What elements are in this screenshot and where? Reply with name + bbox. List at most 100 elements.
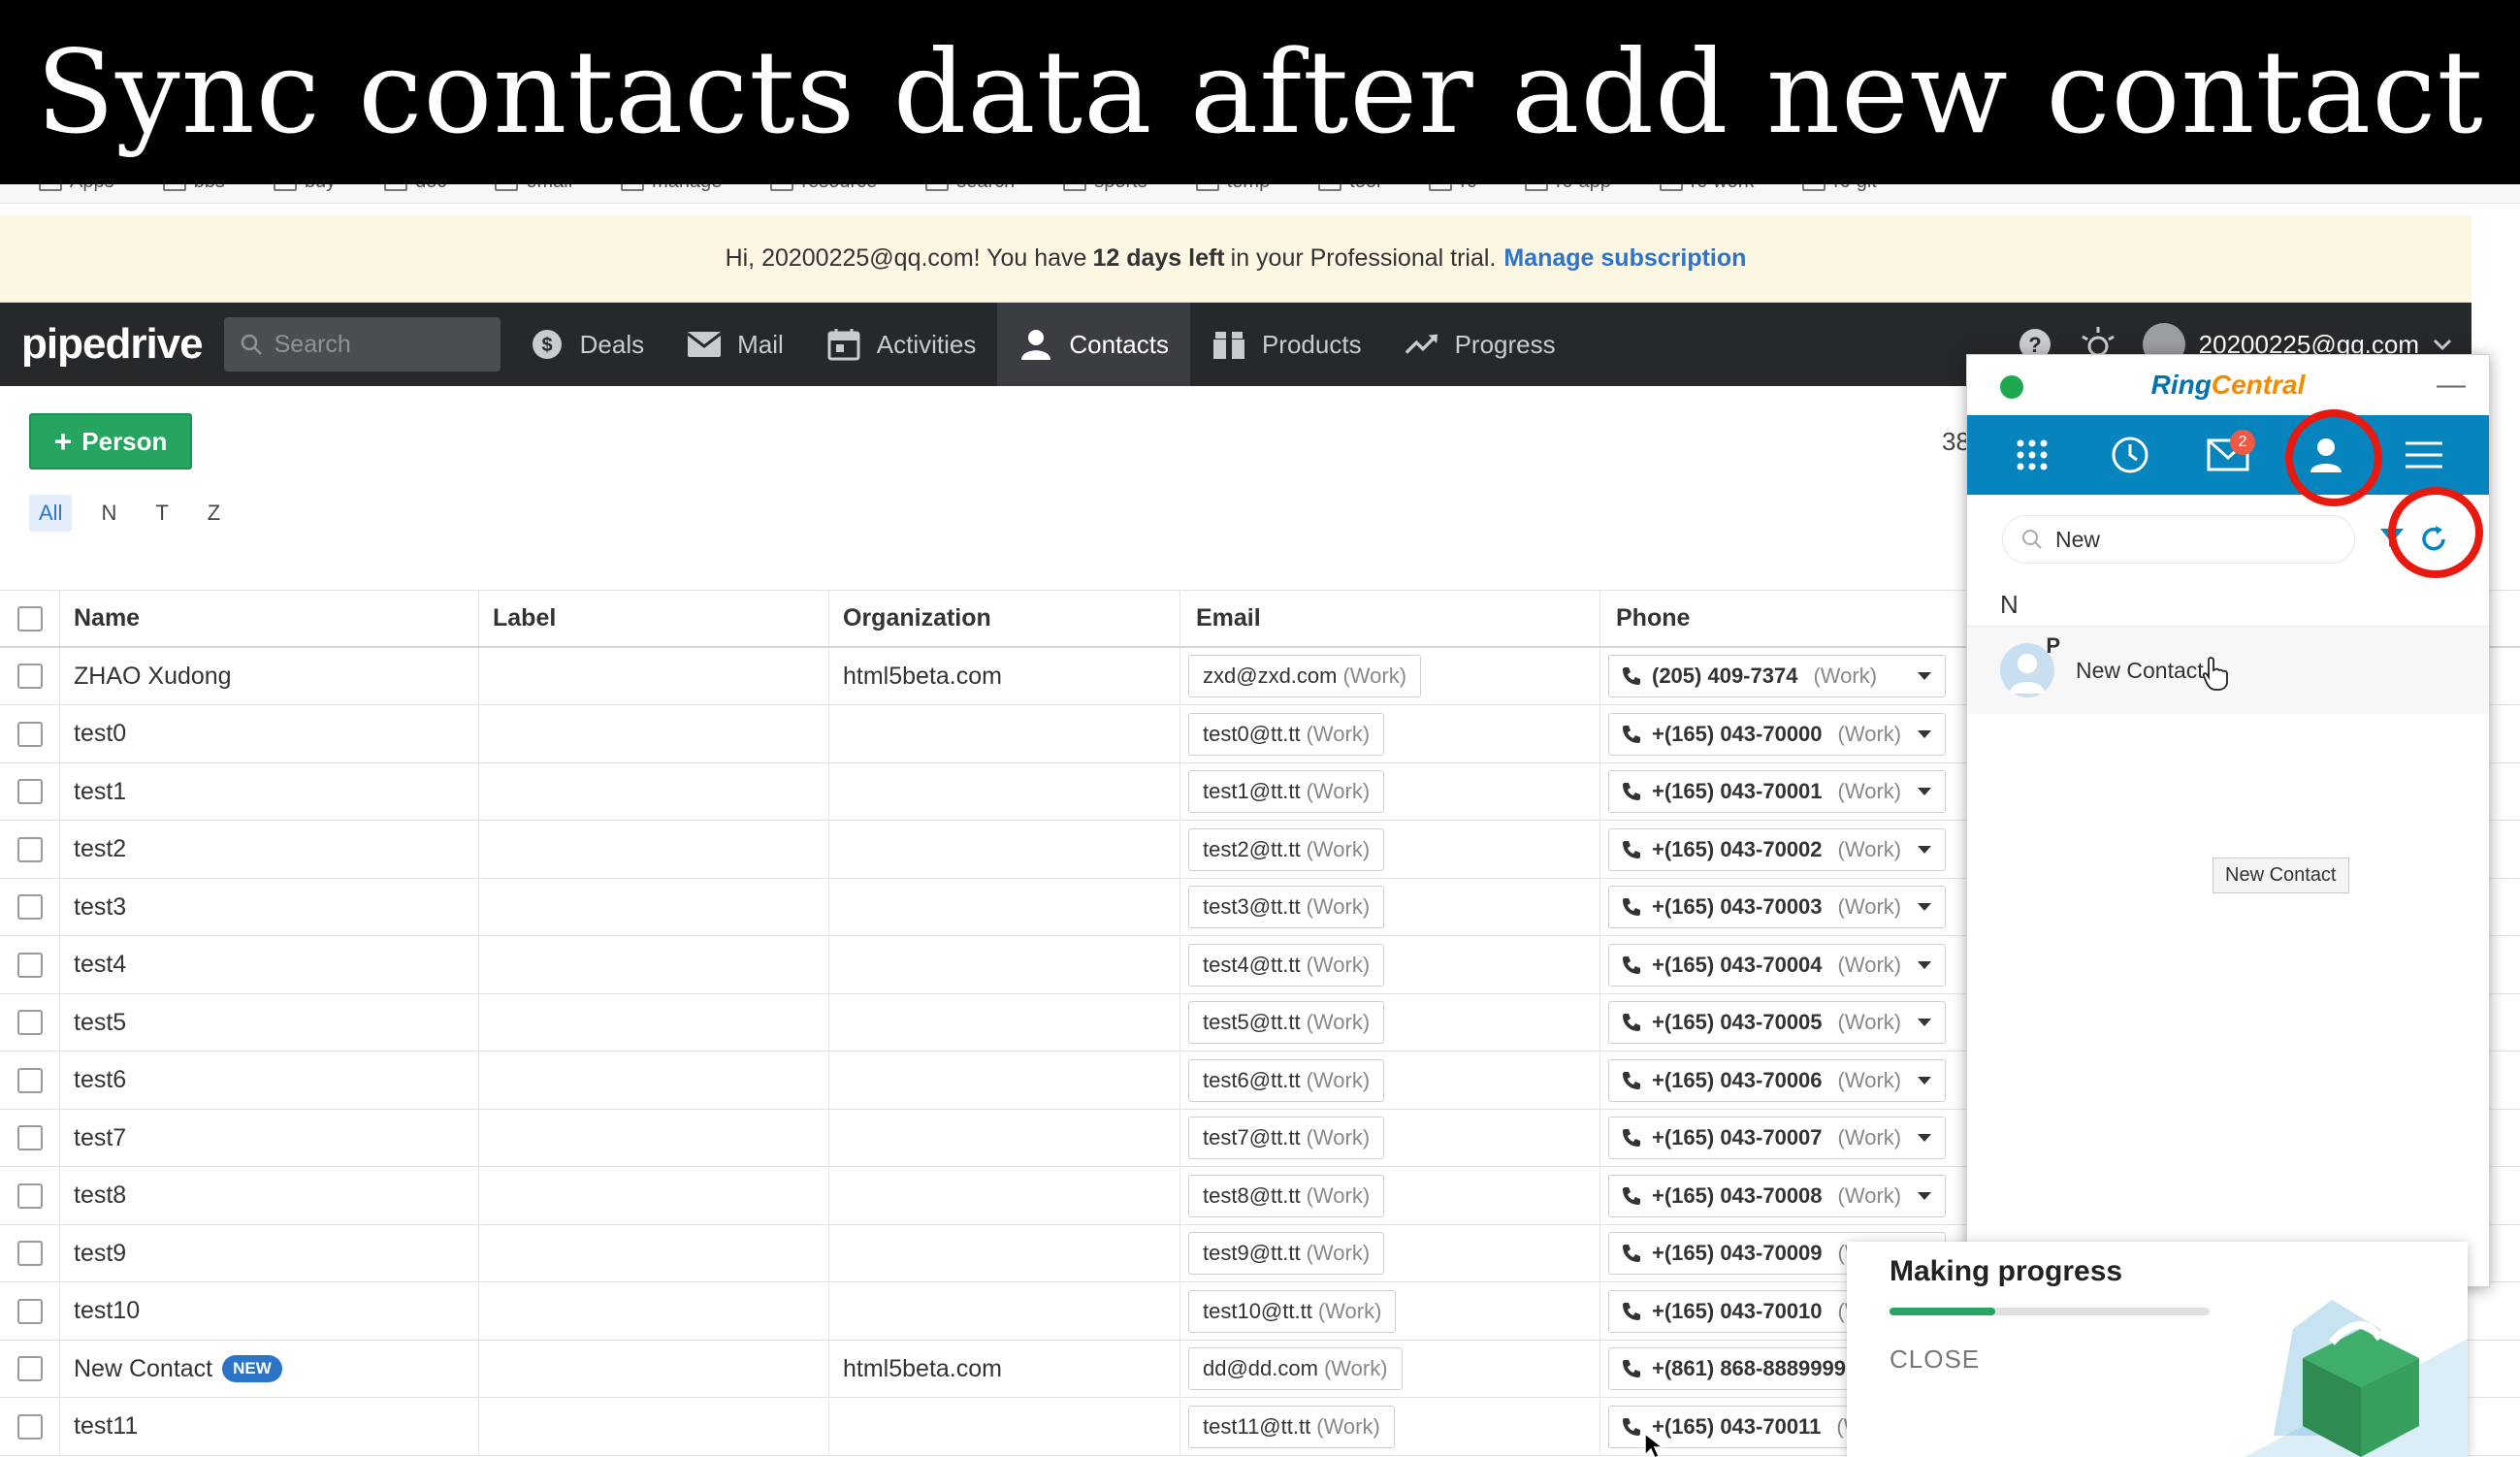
email-value[interactable]: test2@tt.tt (Work) (1188, 827, 1385, 871)
nav-deals[interactable]: $ Deals (508, 303, 665, 386)
contact-name[interactable]: test7 (74, 1124, 126, 1152)
row-checkbox[interactable] (16, 1413, 43, 1440)
email-value[interactable]: test7@tt.tt (Work) (1188, 1117, 1385, 1159)
row-checkbox[interactable] (16, 1241, 43, 1266)
organization-value[interactable]: html5beta.com (843, 663, 1002, 691)
bookmark-item[interactable]: sports (1063, 184, 1147, 192)
row-checkbox[interactable] (16, 1182, 43, 1209)
email-value[interactable]: test0@tt.tt (Work) (1188, 712, 1385, 756)
organization-value[interactable]: html5beta.com (843, 1355, 1002, 1383)
email-value[interactable]: test8@tt.tt (Work) (1188, 1174, 1385, 1217)
phone-icon (1623, 783, 1640, 800)
alpha-filter-all[interactable]: All (29, 495, 73, 532)
contact-name[interactable]: test9 (74, 1240, 126, 1268)
chevron-down-icon (1918, 1134, 1931, 1142)
bookmark-item[interactable]: bbs (162, 184, 225, 192)
bookmark-item[interactable]: rc-work (1659, 184, 1754, 192)
row-checkbox[interactable] (16, 1356, 43, 1381)
history-tab[interactable] (2101, 426, 2159, 484)
phone-value[interactable]: +(165) 043-70001 (Work) (1608, 770, 1946, 813)
contact-name[interactable]: test0 (74, 720, 126, 748)
bookmark-item[interactable]: manage (621, 184, 722, 192)
bookmark-item[interactable]: doc (384, 184, 446, 192)
bookmark-item[interactable]: search (925, 184, 1015, 192)
row-checkbox[interactable] (16, 1298, 43, 1324)
email-value[interactable]: test4@tt.tt (Work) (1188, 943, 1385, 987)
alpha-filter-t[interactable]: T (145, 495, 178, 532)
status-dot[interactable] (2000, 375, 2023, 399)
menu-tab[interactable] (2395, 426, 2453, 484)
contact-name[interactable]: test10 (74, 1297, 140, 1325)
email-value[interactable]: test3@tt.tt (Work) (1188, 886, 1385, 928)
bookmark-item[interactable]: temp (1195, 184, 1270, 192)
row-checkbox[interactable] (16, 1067, 43, 1093)
contact-name[interactable]: test4 (74, 951, 126, 979)
column-email[interactable]: Email (1180, 591, 1600, 646)
row-checkbox[interactable] (16, 721, 43, 747)
contact-name[interactable]: test11 (74, 1412, 138, 1441)
row-checkbox[interactable] (16, 1125, 43, 1150)
email-value[interactable]: test6@tt.tt (Work) (1188, 1058, 1385, 1102)
column-organization[interactable]: Organization (829, 591, 1180, 646)
phone-value[interactable]: +(165) 043-70008 (Work) (1608, 1174, 1946, 1217)
contact-search-input[interactable]: New (2002, 515, 2355, 564)
email-value[interactable]: zxd@zxd.com (Work) (1188, 655, 1422, 697)
row-checkbox[interactable] (16, 894, 43, 920)
contact-name[interactable]: ZHAO Xudong (74, 663, 232, 691)
folder-icon (1318, 184, 1342, 191)
email-value[interactable]: dd@dd.com (Work) (1188, 1347, 1403, 1390)
nav-progress[interactable]: Progress (1383, 303, 1577, 386)
bookmark-item[interactable]: email (495, 184, 572, 192)
nav-mail[interactable]: Mail (665, 303, 805, 386)
phone-value[interactable]: +(165) 043-70007 (Work) (1608, 1117, 1946, 1159)
bookmark-item[interactable]: tool (1318, 184, 1380, 192)
bookmark-item[interactable]: Apps (39, 184, 114, 192)
row-checkbox[interactable] (16, 836, 43, 862)
phone-value[interactable]: +(165) 043-70005 (Work) (1608, 1001, 1946, 1044)
phone-value[interactable]: (205) 409-7374 (Work) (1608, 655, 1946, 697)
select-all-checkbox[interactable] (16, 605, 43, 631)
phone-value[interactable]: +(165) 043-70003 (Work) (1608, 886, 1946, 928)
contact-name[interactable]: test6 (74, 1066, 126, 1094)
contact-name[interactable]: test1 (74, 778, 126, 806)
phone-value[interactable]: +(165) 043-70004 (Work) (1608, 943, 1946, 987)
nav-products[interactable]: Products (1190, 303, 1383, 386)
alpha-filter-z[interactable]: Z (198, 495, 230, 532)
pipedrive-logo[interactable]: pipedrive (21, 320, 204, 369)
bookmark-item[interactable]: rc-app (1525, 184, 1611, 192)
row-checkbox[interactable] (16, 952, 43, 978)
email-value[interactable]: test1@tt.tt (Work) (1188, 770, 1385, 813)
contact-name[interactable]: New Contact (74, 1355, 212, 1383)
email-value[interactable]: test9@tt.tt (Work) (1188, 1232, 1385, 1275)
toast-close-button[interactable]: CLOSE (1890, 1344, 1980, 1375)
global-search-input[interactable]: Search (223, 317, 501, 372)
contact-name[interactable]: test2 (74, 835, 126, 863)
email-value[interactable]: test10@tt.tt (Work) (1188, 1289, 1397, 1333)
alpha-filter-n[interactable]: N (91, 495, 126, 532)
contact-name[interactable]: test5 (74, 1009, 126, 1037)
contact-name[interactable]: test3 (74, 893, 126, 922)
column-phone[interactable]: Phone (1600, 591, 2022, 646)
nav-contacts[interactable]: Contacts (997, 303, 1190, 386)
bookmark-item[interactable]: rc (1429, 184, 1476, 192)
bookmark-item[interactable]: rc-git (1802, 184, 1877, 192)
phone-value[interactable]: +(165) 043-70000 (Work) (1608, 712, 1946, 756)
bookmark-item[interactable]: resource (770, 184, 877, 192)
add-person-button[interactable]: + Person (29, 413, 192, 469)
row-checkbox[interactable] (16, 664, 43, 689)
column-label[interactable]: Label (479, 591, 829, 646)
bookmark-item[interactable]: buy (273, 184, 336, 192)
minimize-button[interactable]: — (2437, 369, 2466, 402)
row-checkbox[interactable] (16, 779, 43, 804)
phone-value[interactable]: +(165) 043-70006 (Work) (1608, 1058, 1946, 1102)
contact-name[interactable]: test8 (74, 1182, 126, 1210)
column-name[interactable]: Name (60, 591, 479, 646)
manage-subscription-link[interactable]: Manage subscription (1503, 244, 1746, 273)
row-checkbox[interactable] (16, 1010, 43, 1035)
nav-activities[interactable]: Activities (805, 303, 998, 386)
messages-tab[interactable]: 2 (2199, 426, 2257, 484)
phone-value[interactable]: +(165) 043-70002 (Work) (1608, 827, 1946, 871)
dialpad-tab[interactable] (2003, 426, 2061, 484)
email-value[interactable]: test5@tt.tt (Work) (1188, 1001, 1385, 1044)
email-value[interactable]: test11@tt.tt (Work) (1188, 1405, 1395, 1448)
